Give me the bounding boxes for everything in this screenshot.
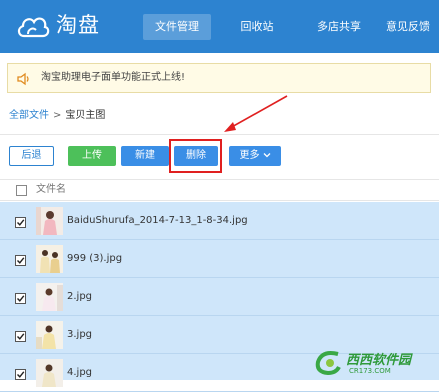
notice-bar: 淘宝助理电子面单功能正式上线! xyxy=(7,63,431,93)
back-button[interactable]: 后退 xyxy=(9,146,54,166)
chevron-down-icon xyxy=(263,153,270,158)
row-checkbox[interactable] xyxy=(15,255,26,266)
row-checkbox[interactable] xyxy=(15,369,26,380)
file-name[interactable]: 3.jpg xyxy=(67,316,92,354)
watermark-site: CR173.COM xyxy=(349,367,391,375)
row-checkbox[interactable] xyxy=(15,331,26,342)
nav-file-manage[interactable]: 文件管理 xyxy=(143,14,211,40)
top-bar: 淘盘 文件管理 回收站 多店共享 意见反馈 xyxy=(0,0,439,53)
file-name[interactable]: 999 (3).jpg xyxy=(67,240,122,278)
breadcrumb-root-link[interactable]: 全部文件 xyxy=(9,110,49,121)
watermark-logo-icon xyxy=(315,351,341,376)
notice-text: 淘宝助理电子面单功能正式上线! xyxy=(41,72,186,83)
breadcrumb-current: 宝贝主图 xyxy=(65,110,106,121)
watermark-text: 西西软件园 xyxy=(346,353,412,368)
row-checkbox[interactable] xyxy=(15,217,26,228)
image-thumbnail xyxy=(36,321,63,349)
file-name[interactable]: 4.jpg xyxy=(67,354,92,392)
upload-button[interactable]: 上传 xyxy=(68,146,116,166)
file-row[interactable]: 999 (3).jpg xyxy=(0,240,439,278)
nav-feedback[interactable]: 意见反馈 xyxy=(386,14,439,40)
more-button[interactable]: 更多 xyxy=(229,146,281,166)
divider xyxy=(0,134,439,135)
file-row[interactable]: BaiduShurufa_2014-7-13_1-8-34.jpg xyxy=(0,202,439,240)
more-label: 更多 xyxy=(239,150,260,161)
file-name[interactable]: BaiduShurufa_2014-7-13_1-8-34.jpg xyxy=(67,202,248,240)
select-all-checkbox[interactable] xyxy=(16,185,27,196)
cloud-logo-icon xyxy=(17,17,50,38)
image-thumbnail xyxy=(36,245,63,273)
image-thumbnail xyxy=(36,207,63,235)
delete-highlight-box xyxy=(169,139,222,173)
nav-multi-store-share[interactable]: 多店共享 xyxy=(302,14,376,40)
nav-recycle-bin[interactable]: 回收站 xyxy=(226,14,288,40)
list-header: 文件名 xyxy=(0,179,439,201)
row-checkbox[interactable] xyxy=(15,293,26,304)
image-thumbnail xyxy=(36,283,63,311)
file-row[interactable]: 2.jpg xyxy=(0,278,439,316)
column-filename: 文件名 xyxy=(36,184,66,195)
speaker-icon xyxy=(17,72,29,86)
image-thumbnail xyxy=(36,359,63,387)
app-brand: 淘盘 xyxy=(56,13,100,37)
breadcrumb-separator: > xyxy=(53,110,62,121)
new-folder-button[interactable]: 新建 xyxy=(121,146,169,166)
file-name[interactable]: 2.jpg xyxy=(67,278,92,316)
breadcrumb: 全部文件 > 宝贝主图 xyxy=(9,109,105,123)
